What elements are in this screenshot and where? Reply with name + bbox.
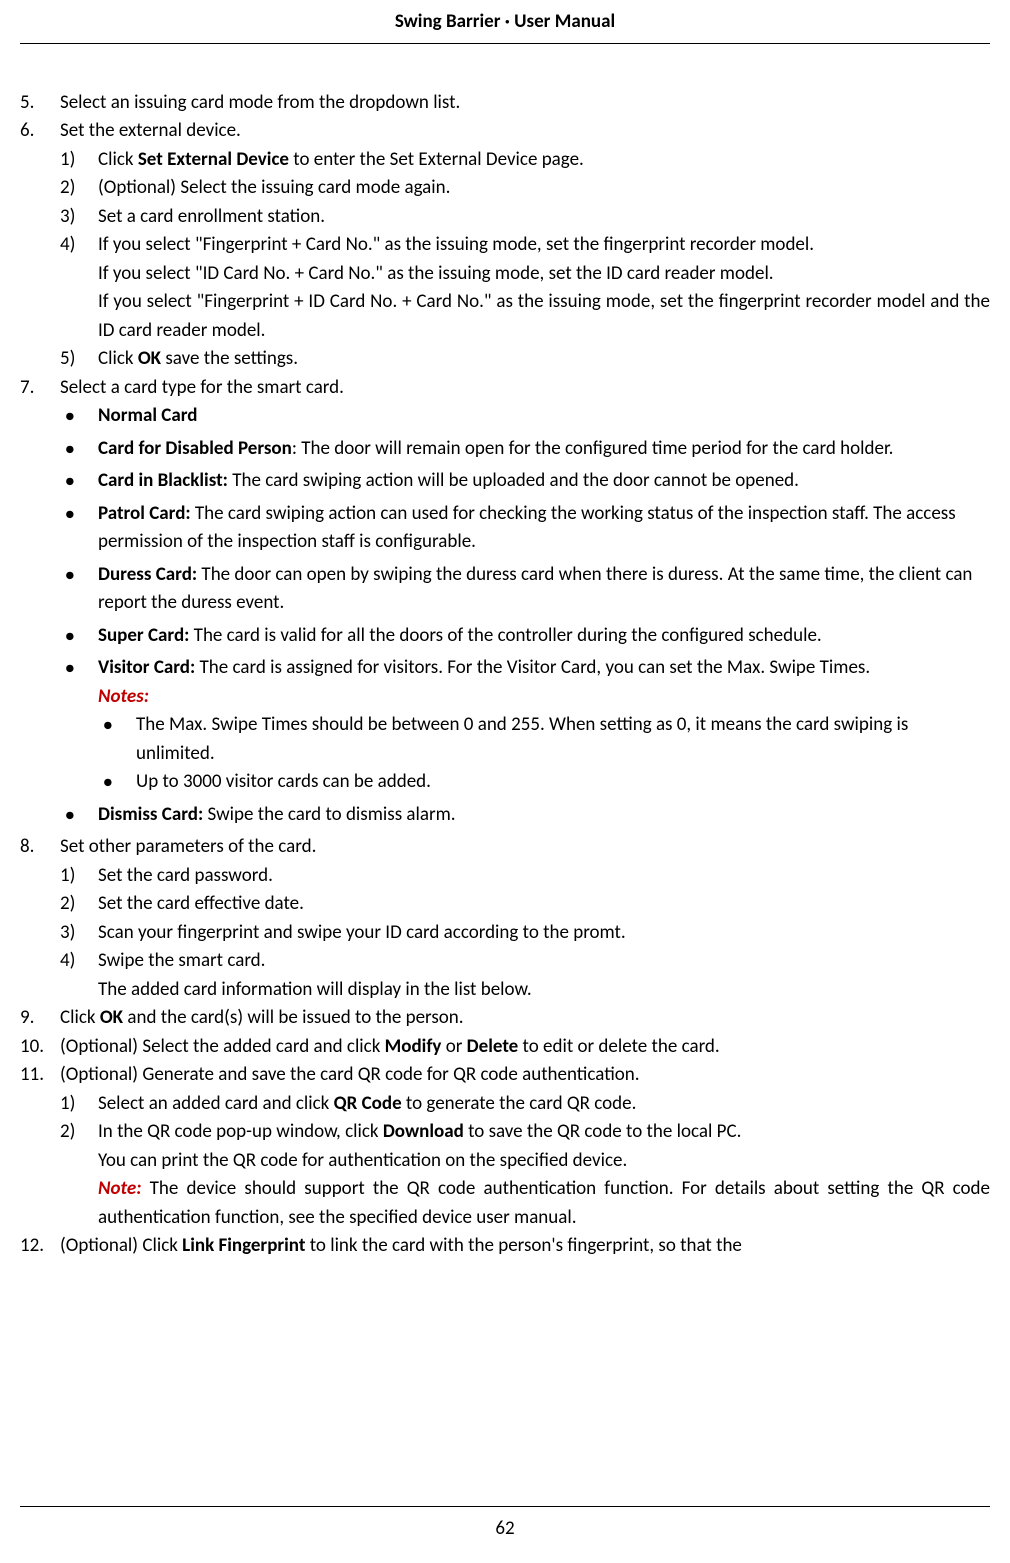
content-area: Select an issuing card mode from the dro… xyxy=(20,89,990,1261)
page-number: 62 xyxy=(495,1517,514,1540)
blacklist-card-bullet: Card in Blacklist: The card swiping acti… xyxy=(60,467,990,496)
step-7-bullets: Normal Card Card for Disabled Person: Th… xyxy=(60,402,990,829)
step-11-text: (Optional) Generate and save the card QR… xyxy=(60,1063,640,1086)
step-5: Select an issuing card mode from the dro… xyxy=(20,89,990,118)
step-11-1: Select an added card and click QR Code t… xyxy=(60,1090,990,1119)
step-5-text: Select an issuing card mode from the dro… xyxy=(60,91,460,114)
delete-bold: Delete xyxy=(467,1035,519,1058)
step-6-1: Click Set External Device to enter the S… xyxy=(60,146,990,175)
step-6-2: (Optional) Select the issuing card mode … xyxy=(60,174,990,203)
link-fingerprint-bold: Link Fingerprint xyxy=(182,1234,305,1257)
step-7-text: Select a card type for the smart card. xyxy=(60,376,344,399)
step-6-4: If you select "Fingerprint + Card No." a… xyxy=(60,231,990,345)
set-external-device-bold: Set External Device xyxy=(138,148,289,171)
step-6-4-cont1: If you select "ID Card No. + Card No." a… xyxy=(98,260,990,289)
step-6-text: Set the external device. xyxy=(60,119,241,142)
modify-bold: Modify xyxy=(385,1035,442,1058)
step-6-4-cont2: If you select "Fingerprint + ID Card No.… xyxy=(98,288,990,345)
step-6-3: Set a card enrollment station. xyxy=(60,203,990,232)
step-6: Set the external device. Click Set Exter… xyxy=(20,117,990,374)
notes-label: Notes: xyxy=(98,683,990,712)
normal-card-bullet: Normal Card xyxy=(60,402,990,431)
step-9: Click OK and the card(s) will be issued … xyxy=(20,1004,990,1033)
note-1: The Max. Swipe Times should be between 0… xyxy=(98,711,990,768)
patrol-card-bullet: Patrol Card: The card swiping action can… xyxy=(60,500,990,557)
duress-card-bullet: Duress Card: The door can open by swipin… xyxy=(60,561,990,618)
notes-list: The Max. Swipe Times should be between 0… xyxy=(98,711,990,797)
step-7: Select a card type for the smart card. N… xyxy=(20,374,990,830)
step-8-4: Swipe the smart card. The added card inf… xyxy=(60,947,990,1004)
dismiss-card-bullet: Dismiss Card: Swipe the card to dismiss … xyxy=(60,801,990,830)
note-label-inline: Note: xyxy=(98,1177,141,1200)
step-11: (Optional) Generate and save the card QR… xyxy=(20,1061,990,1232)
step-8-3: Scan your fingerprint and swipe your ID … xyxy=(60,919,990,948)
step-11-2: In the QR code pop-up window, click Down… xyxy=(60,1118,990,1232)
step-10: (Optional) Select the added card and cli… xyxy=(20,1033,990,1062)
page-footer: 62 xyxy=(20,1506,990,1544)
super-card-bullet: Super Card: The card is valid for all th… xyxy=(60,622,990,651)
disabled-card-bullet: Card for Disabled Person: The door will … xyxy=(60,435,990,464)
step-8-2: Set the card effective date. xyxy=(60,890,990,919)
main-list: Select an issuing card mode from the dro… xyxy=(20,89,990,1261)
step-8-sublist: Set the card password. Set the card effe… xyxy=(60,862,990,1005)
step-11-sublist: Select an added card and click QR Code t… xyxy=(60,1090,990,1233)
step-6-sublist: Click Set External Device to enter the S… xyxy=(60,146,990,374)
step-8-4-cont: The added card information will display … xyxy=(98,976,990,1005)
step-8: Set other parameters of the card. Set th… xyxy=(20,833,990,1004)
download-bold: Download xyxy=(383,1120,464,1143)
page-header: Swing Barrier · User Manual xyxy=(20,0,990,44)
header-title: Swing Barrier · User Manual xyxy=(395,10,615,33)
step-6-5: Click OK save the settings. xyxy=(60,345,990,374)
visitor-card-bullet: Visitor Card: The card is assigned for v… xyxy=(60,654,990,797)
qr-code-bold: QR Code xyxy=(334,1092,402,1115)
step-11-2-cont: You can print the QR code for authentica… xyxy=(98,1147,990,1176)
step-11-2-note: Note: The device should support the QR c… xyxy=(98,1175,990,1232)
step-12: (Optional) Click Link Fingerprint to lin… xyxy=(20,1232,990,1261)
note-2: Up to 3000 visitor cards can be added. xyxy=(98,768,990,797)
step-8-text: Set other parameters of the card. xyxy=(60,835,316,858)
step-8-1: Set the card password. xyxy=(60,862,990,891)
ok-bold-2: OK xyxy=(100,1006,123,1029)
ok-bold: OK xyxy=(138,347,161,370)
